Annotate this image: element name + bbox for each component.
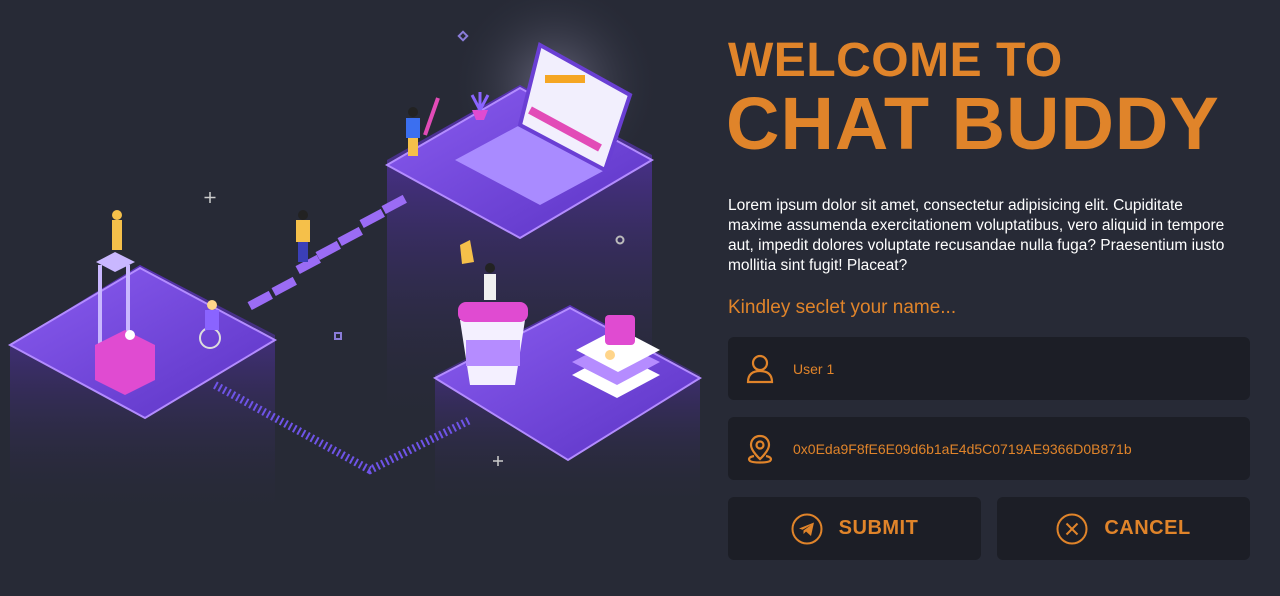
description-text: Lorem ipsum dolor sit amet, consectetur … <box>728 197 1225 274</box>
telegram-send-icon <box>791 513 823 545</box>
cancel-button[interactable]: CANCEL <box>997 497 1250 560</box>
location-pin-icon <box>744 433 776 465</box>
user-icon <box>744 353 776 385</box>
app-title: CHAT BUDDY <box>726 82 1220 165</box>
submit-button[interactable]: SUBMIT <box>728 497 981 560</box>
close-circle-icon <box>1056 513 1088 545</box>
cancel-label: CANCEL <box>1104 517 1191 539</box>
name-prompt: Kindley seclet your name... <box>728 297 957 318</box>
submit-label: SUBMIT <box>838 517 919 539</box>
address-input[interactable] <box>793 440 1213 457</box>
welcome-page: WELCOME TO CHAT BUDDY Lorem ipsum dolor … <box>0 0 1280 596</box>
name-input[interactable] <box>793 360 1213 377</box>
isometric-illustration-art <box>7 0 702 520</box>
name-field[interactable] <box>728 337 1250 400</box>
isometric-illustration <box>0 0 710 596</box>
action-buttons: SUBMIT CANCEL <box>728 497 1250 560</box>
welcome-panel: WELCOME TO CHAT BUDDY Lorem ipsum dolor … <box>726 34 1250 560</box>
welcome-heading: WELCOME TO <box>728 34 1063 87</box>
address-field[interactable] <box>728 417 1250 480</box>
